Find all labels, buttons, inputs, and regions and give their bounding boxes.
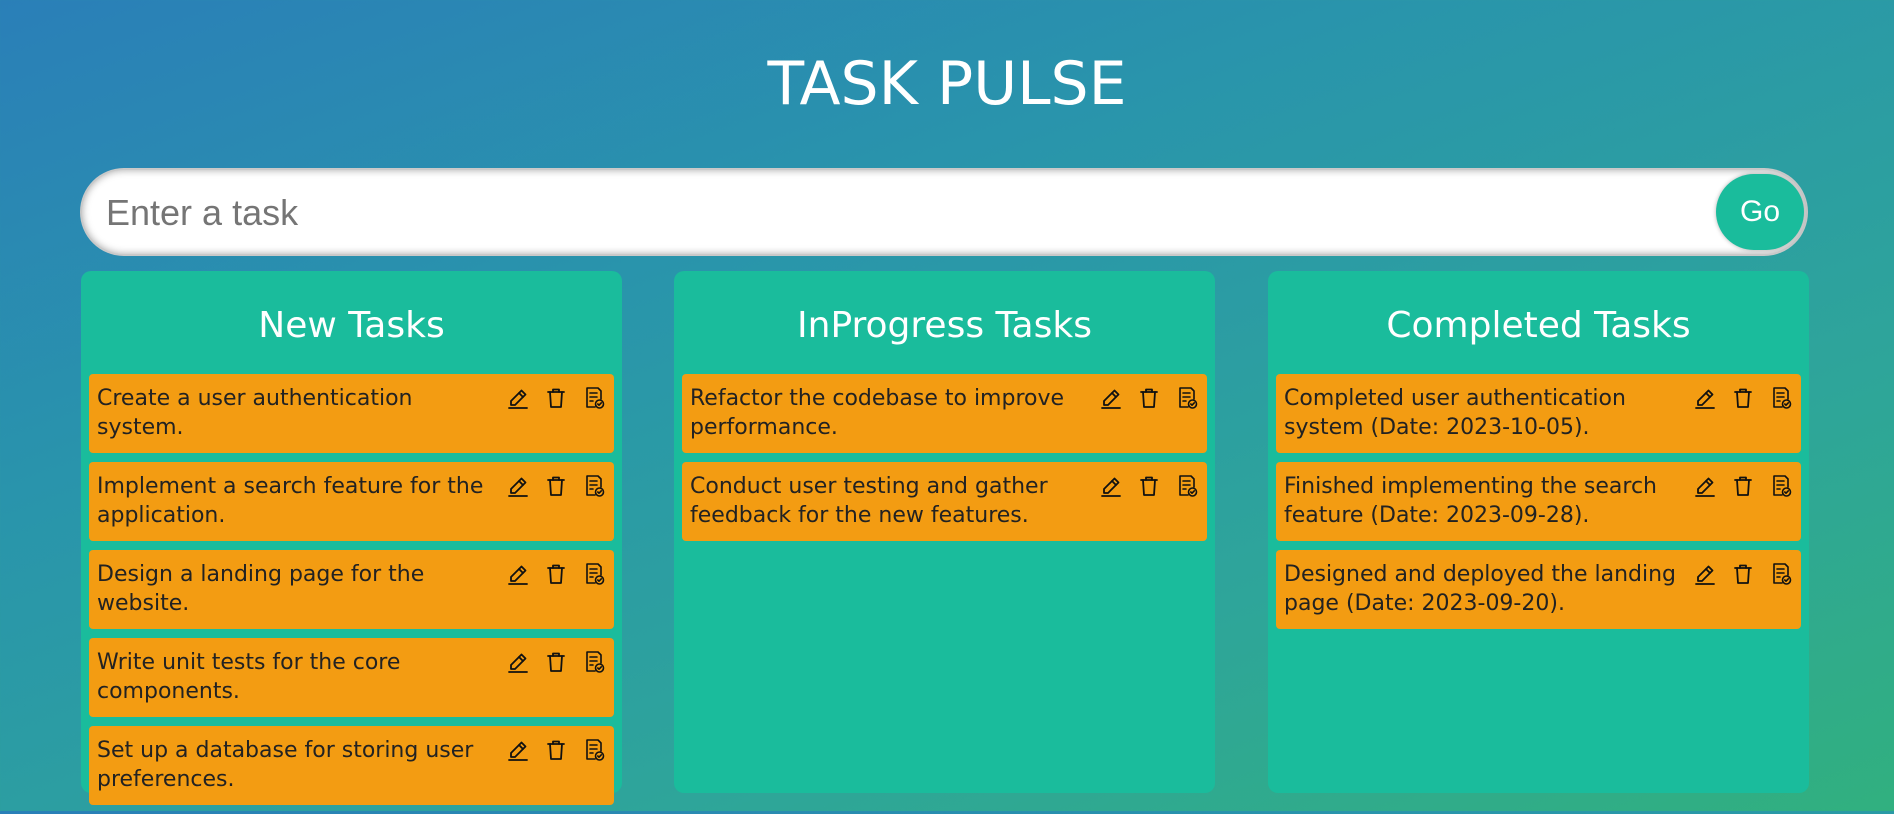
- document-check-icon[interactable]: [1769, 386, 1793, 410]
- task-list: Create a user authentication system. Imp…: [89, 374, 614, 814]
- pencil-icon[interactable]: [1693, 386, 1717, 410]
- task-text: Create a user authentication system.: [97, 386, 413, 440]
- task-text: Conduct user testing and gather feedback…: [690, 474, 1048, 528]
- pencil-icon[interactable]: [1693, 474, 1717, 498]
- trash-icon[interactable]: [1137, 474, 1161, 498]
- document-check-icon[interactable]: [582, 738, 606, 762]
- task-actions: [1693, 386, 1793, 410]
- task-card: Create a user authentication system.: [89, 374, 614, 453]
- task-text: Designed and deployed the landing page (…: [1284, 562, 1677, 616]
- task-card: Set up a database for storing user prefe…: [89, 726, 614, 805]
- task-list: Refactor the codebase to improve perform…: [682, 374, 1207, 550]
- column-title: Completed Tasks: [1386, 305, 1691, 346]
- task-card: Completed user authentication system (Da…: [1276, 374, 1801, 453]
- pencil-icon[interactable]: [1693, 562, 1717, 586]
- task-actions: [506, 562, 606, 586]
- document-check-icon[interactable]: [1175, 386, 1199, 410]
- pencil-icon[interactable]: [506, 562, 530, 586]
- task-list: Completed user authentication system (Da…: [1276, 374, 1801, 638]
- column-title: New Tasks: [258, 305, 445, 346]
- document-check-icon[interactable]: [582, 474, 606, 498]
- task-text: Set up a database for storing user prefe…: [97, 738, 474, 792]
- task-actions: [506, 474, 606, 498]
- document-check-icon[interactable]: [1769, 562, 1793, 586]
- task-actions: [506, 650, 606, 674]
- document-check-icon[interactable]: [1769, 474, 1793, 498]
- task-card: Finished implementing the search feature…: [1276, 462, 1801, 541]
- task-card: Designed and deployed the landing page (…: [1276, 550, 1801, 629]
- trash-icon[interactable]: [1137, 386, 1161, 410]
- pencil-icon[interactable]: [1099, 386, 1123, 410]
- document-check-icon[interactable]: [582, 562, 606, 586]
- trash-icon[interactable]: [544, 386, 568, 410]
- trash-icon[interactable]: [1731, 562, 1755, 586]
- task-text: Completed user authentication system (Da…: [1284, 386, 1626, 440]
- inprogress-tasks-column: InProgress Tasks Refactor the codebase t…: [674, 271, 1215, 793]
- go-button[interactable]: Go: [1716, 174, 1804, 250]
- task-actions: [506, 738, 606, 762]
- trash-icon[interactable]: [544, 738, 568, 762]
- completed-tasks-column: Completed Tasks Completed user authentic…: [1268, 271, 1809, 793]
- pencil-icon[interactable]: [506, 386, 530, 410]
- pencil-icon[interactable]: [1099, 474, 1123, 498]
- document-check-icon[interactable]: [582, 650, 606, 674]
- document-check-icon[interactable]: [582, 386, 606, 410]
- task-text: Finished implementing the search feature…: [1284, 474, 1658, 528]
- pencil-icon[interactable]: [506, 738, 530, 762]
- trash-icon[interactable]: [1731, 386, 1755, 410]
- task-input[interactable]: [104, 180, 1688, 246]
- task-card: Conduct user testing and gather feedback…: [682, 462, 1207, 541]
- trash-icon[interactable]: [1731, 474, 1755, 498]
- task-text: Write unit tests for the core components…: [97, 650, 401, 704]
- task-form: Go: [82, 170, 1806, 254]
- task-card: Refactor the codebase to improve perform…: [682, 374, 1207, 453]
- pencil-icon[interactable]: [506, 474, 530, 498]
- app-title: TASK PULSE: [767, 49, 1127, 119]
- task-text: Refactor the codebase to improve perform…: [690, 386, 1065, 440]
- task-card: Write unit tests for the core components…: [89, 638, 614, 717]
- task-actions: [506, 386, 606, 410]
- task-text: Design a landing page for the website.: [97, 562, 425, 616]
- trash-icon[interactable]: [544, 650, 568, 674]
- new-tasks-column: New Tasks Create a user authentication s…: [81, 271, 622, 805]
- column-title: InProgress Tasks: [797, 305, 1092, 346]
- task-actions: [1693, 474, 1793, 498]
- trash-icon[interactable]: [544, 474, 568, 498]
- task-actions: [1099, 386, 1199, 410]
- document-check-icon[interactable]: [1175, 474, 1199, 498]
- task-actions: [1693, 562, 1793, 586]
- task-actions: [1099, 474, 1199, 498]
- task-text: Implement a search feature for the appli…: [97, 474, 484, 528]
- task-card: Design a landing page for the website.: [89, 550, 614, 629]
- task-card: Implement a search feature for the appli…: [89, 462, 614, 541]
- trash-icon[interactable]: [544, 562, 568, 586]
- pencil-icon[interactable]: [506, 650, 530, 674]
